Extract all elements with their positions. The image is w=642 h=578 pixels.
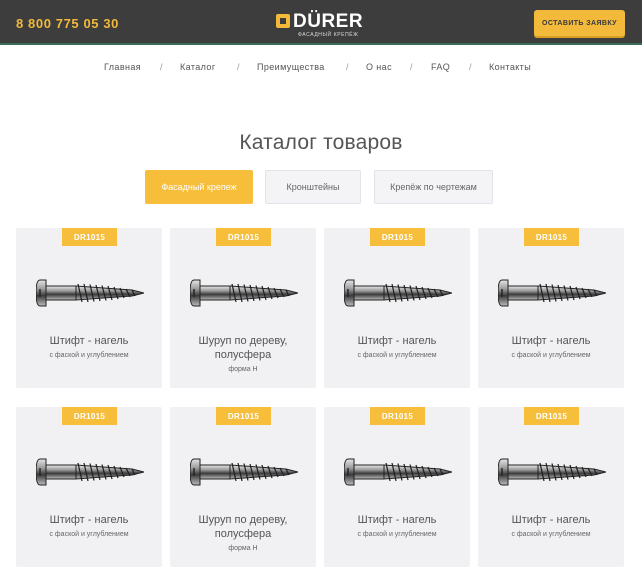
- sku-badge: DR1015: [62, 228, 117, 246]
- screw-image: [36, 279, 144, 307]
- product-card[interactable]: DR1015 Штифт - нагель с фаской и углубле…: [478, 228, 624, 388]
- nav-separator: /: [237, 62, 240, 72]
- product-title: Шуруп по дереву, полусфера: [198, 514, 288, 540]
- product-subtitle: форма Н: [228, 545, 258, 552]
- logo-mark-icon: [276, 14, 290, 28]
- sku-badge: DR1015: [216, 228, 271, 246]
- nav-separator: /: [160, 62, 163, 72]
- product-card[interactable]: DR1015 Штифт - нагель с фаской и углубле…: [16, 228, 162, 388]
- product-subtitle: с фаской и углублением: [49, 531, 129, 538]
- product-card[interactable]: DR1015 Штифт - нагель с фаской и углубле…: [478, 407, 624, 567]
- main-nav: Главная / Каталог / Преимущества / О нас…: [0, 62, 642, 76]
- product-card[interactable]: DR1015 Штифт - нагель с фаской и углубле…: [324, 407, 470, 567]
- nav-separator: /: [346, 62, 349, 72]
- product-title: Шуруп по дереву, полусфера: [198, 335, 288, 361]
- screw-image: [498, 458, 606, 486]
- product-card[interactable]: DR1015 Штифт - нагель с фаской и углубле…: [16, 407, 162, 567]
- product-title: Штифт - нагель: [357, 335, 437, 347]
- sku-badge: DR1015: [370, 228, 425, 246]
- product-card[interactable]: DR1015 Шуруп по дереву, полусфера форма …: [170, 228, 316, 388]
- nav-separator: /: [469, 62, 472, 72]
- nav-item-advantages[interactable]: Преимущества: [257, 62, 325, 72]
- tab-facade-fasteners[interactable]: Фасадный крепеж: [145, 170, 253, 204]
- product-title: Штифт - нагель: [357, 514, 437, 526]
- product-title: Штифт - нагель: [511, 514, 591, 526]
- request-button[interactable]: ОСТАВИТЬ ЗАЯВКУ: [534, 10, 625, 36]
- header-bar: 8 800 775 05 30 DÜRER фасадный крепёж ОС…: [0, 0, 642, 45]
- product-subtitle: с фаской и углублением: [511, 531, 591, 538]
- brand-logo[interactable]: DÜRER фасадный крепёж: [276, 10, 376, 38]
- tab-brackets[interactable]: Кронштейны: [265, 170, 361, 204]
- screw-image: [190, 279, 298, 307]
- sku-badge: DR1015: [216, 407, 271, 425]
- product-subtitle: с фаской и углублением: [357, 531, 437, 538]
- logo-text: DÜRER: [293, 11, 364, 32]
- product-title: Штифт - нагель: [49, 514, 129, 526]
- logo-subtitle: фасадный крепёж: [298, 32, 359, 38]
- product-title: Штифт - нагель: [511, 335, 591, 347]
- sku-badge: DR1015: [62, 407, 117, 425]
- screw-image: [190, 458, 298, 486]
- product-subtitle: форма Н: [228, 366, 258, 373]
- sku-badge: DR1015: [524, 407, 579, 425]
- screw-image: [344, 458, 452, 486]
- nav-separator: /: [410, 62, 413, 72]
- product-card[interactable]: DR1015 Шуруп по дереву, полусфера форма …: [170, 407, 316, 567]
- nav-item-faq[interactable]: FAQ: [431, 62, 450, 72]
- screw-image: [36, 458, 144, 486]
- product-subtitle: с фаской и углублением: [357, 352, 437, 359]
- product-subtitle: с фаской и углублением: [511, 352, 591, 359]
- sku-badge: DR1015: [524, 228, 579, 246]
- screw-image: [344, 279, 452, 307]
- phone-number[interactable]: 8 800 775 05 30: [16, 16, 119, 31]
- tab-custom-fasteners[interactable]: Крепёж по чертежам: [374, 170, 493, 204]
- nav-item-contacts[interactable]: Контакты: [489, 62, 531, 72]
- nav-item-home[interactable]: Главная: [104, 62, 141, 72]
- nav-item-about[interactable]: О нас: [366, 62, 392, 72]
- screw-image: [498, 279, 606, 307]
- nav-item-catalog[interactable]: Каталог: [180, 62, 216, 72]
- sku-badge: DR1015: [370, 407, 425, 425]
- product-title: Штифт - нагель: [49, 335, 129, 347]
- page-title: Каталог товаров: [239, 131, 403, 154]
- product-card[interactable]: DR1015 Штифт - нагель с фаской и углубле…: [324, 228, 470, 388]
- product-subtitle: с фаской и углублением: [49, 352, 129, 359]
